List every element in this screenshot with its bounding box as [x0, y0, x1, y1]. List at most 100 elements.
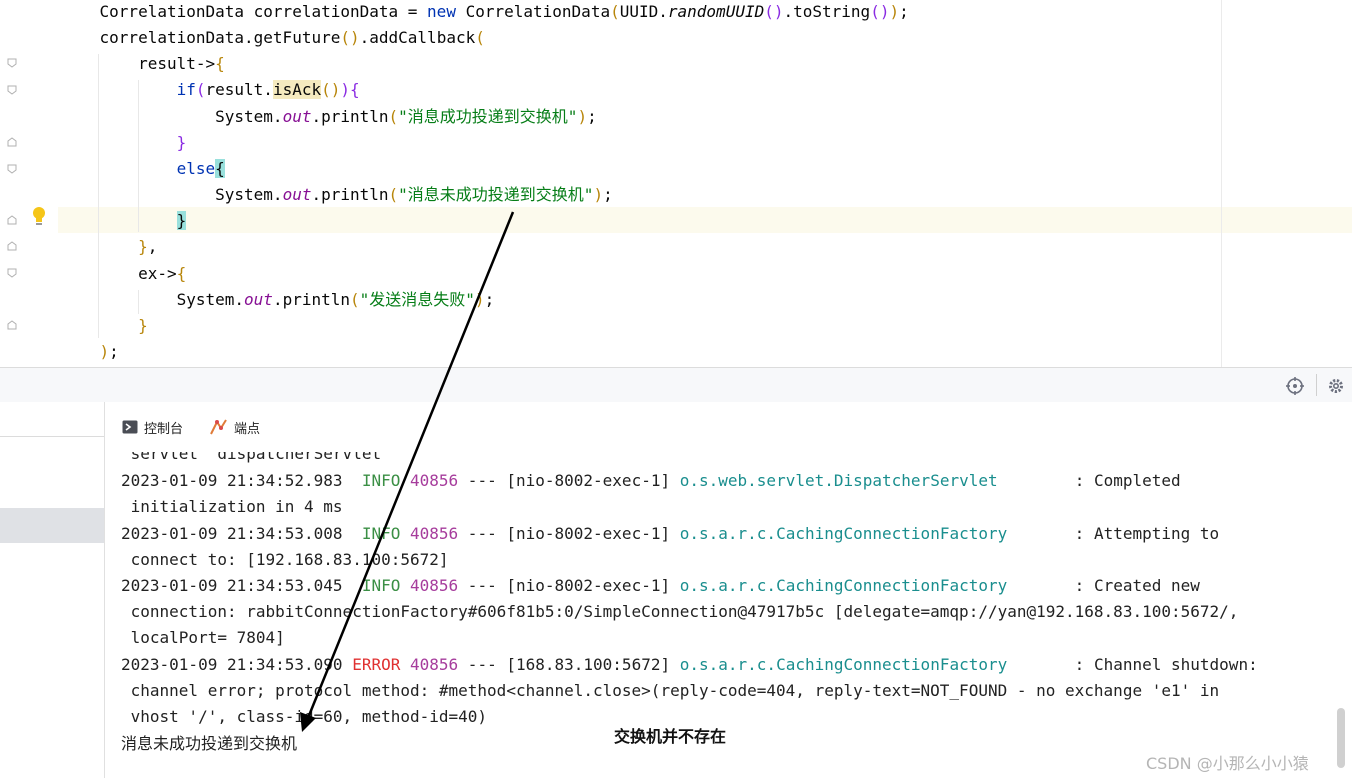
- console-token: channel error; protocol method: #method<…: [121, 681, 1220, 700]
- code-token: (: [388, 107, 399, 126]
- code-line[interactable]: }: [61, 133, 187, 153]
- code-line[interactable]: System.out.println("消息未成功投递到交换机");: [61, 185, 613, 205]
- code-token: ex->: [138, 264, 177, 283]
- console-token: 40856: [410, 524, 459, 543]
- logger-link[interactable]: o.s.a.r.c.CachingConnectionFactory: [680, 576, 1008, 595]
- console-token: servlet 'dispatcherServlet': [121, 452, 391, 463]
- console-token: 40856: [410, 655, 459, 674]
- code-token: ;: [484, 290, 495, 309]
- code-token: }: [176, 133, 187, 152]
- code-line[interactable]: if(result.isAck()){: [61, 80, 360, 100]
- fold-marker-icon[interactable]: [6, 214, 18, 226]
- console-line: 消息未成功投递到交换机: [121, 734, 297, 754]
- console-line: localPort= 7804]: [121, 628, 285, 648]
- code-token: (: [610, 2, 620, 21]
- left-panel-selected-row[interactable]: [0, 508, 104, 543]
- fold-marker-icon[interactable]: [6, 240, 18, 252]
- code-token: (): [321, 80, 341, 99]
- code-line[interactable]: else{: [61, 159, 225, 179]
- code-line[interactable]: System.out.println("消息成功投递到交换机");: [61, 107, 597, 127]
- gear-icon[interactable]: [1326, 376, 1346, 396]
- tab-console[interactable]: 控制台: [144, 418, 183, 437]
- logger-link[interactable]: o.s.a.r.c.CachingConnectionFactory: [680, 655, 1008, 674]
- console-token: initialization in 4 ms: [121, 497, 343, 516]
- console-line: connection: rabbitConnectionFactory#606f…: [121, 602, 1239, 622]
- tool-window-header: [0, 367, 1352, 403]
- fold-marker-icon[interactable]: [6, 163, 18, 175]
- code-token: CorrelationData: [455, 2, 611, 21]
- left-panel[interactable]: [0, 402, 105, 778]
- code-line[interactable]: ex->{: [61, 264, 186, 284]
- code-token: {: [215, 54, 225, 73]
- code-token: new: [427, 2, 456, 21]
- fold-marker-icon[interactable]: [6, 267, 18, 279]
- console-token: ERROR: [352, 655, 401, 674]
- tab-breakpoints[interactable]: 端点: [234, 418, 260, 437]
- code-line[interactable]: },: [61, 237, 157, 257]
- current-line-highlight: [58, 207, 1352, 233]
- console-token: 40856: [410, 576, 459, 595]
- code-token: out: [282, 185, 312, 204]
- code-token: out: [282, 107, 312, 126]
- code-token: .addCallback: [359, 28, 476, 47]
- code-token: }: [138, 316, 148, 335]
- code-token: System.: [176, 290, 245, 309]
- code-token: CorrelationData correlationData =: [99, 2, 428, 21]
- console-token: --- [nio-8002-exec-1]: [458, 576, 680, 595]
- code-token: (): [340, 28, 360, 47]
- code-line[interactable]: );: [61, 342, 119, 362]
- right-margin-guide: [1221, 0, 1222, 367]
- crosshair-icon[interactable]: [1285, 376, 1305, 396]
- console-line: initialization in 4 ms: [121, 497, 343, 517]
- toolbar-divider: [1316, 374, 1317, 396]
- console-token: INFO: [361, 471, 401, 490]
- code-line[interactable]: correlationData.getFuture().addCallback(: [61, 28, 485, 48]
- fold-marker-icon[interactable]: [6, 136, 18, 148]
- code-token: ,: [147, 237, 158, 256]
- code-token: "消息成功投递到交换机": [398, 107, 578, 126]
- code-token: {: [176, 264, 187, 283]
- console-token: connection: rabbitConnectionFactory#606f…: [121, 602, 1239, 621]
- logger-link[interactable]: o.s.web.servlet.DispatcherServlet: [680, 471, 998, 490]
- code-editor[interactable]: CorrelationData correlationData = new Co…: [0, 0, 1352, 367]
- editor-gutter[interactable]: [0, 0, 58, 367]
- fold-marker-icon[interactable]: [6, 57, 18, 69]
- code-token: (: [475, 28, 485, 47]
- code-token: ;: [587, 107, 597, 126]
- console-token: : Completed: [997, 471, 1181, 490]
- left-panel-divider: [0, 436, 104, 437]
- console-token: connect to: [192.168.83.100:5672]: [121, 550, 449, 569]
- logger-link[interactable]: o.s.a.r.c.CachingConnectionFactory: [680, 524, 1008, 543]
- console-line: connect to: [192.168.83.100:5672]: [121, 550, 449, 570]
- console-token: 消息未成功投递到交换机: [121, 734, 298, 753]
- code-line[interactable]: System.out.println("发送消息失败");: [61, 290, 495, 310]
- code-token: .toString: [783, 2, 871, 21]
- code-line[interactable]: result->{: [61, 54, 225, 74]
- console-output[interactable]: servlet 'dispatcherServlet' 2023-01-09 21…: [105, 452, 1352, 778]
- fold-marker-icon[interactable]: [6, 319, 18, 331]
- code-token: .println: [311, 185, 389, 204]
- code-line[interactable]: CorrelationData correlationData = new Co…: [61, 2, 909, 22]
- console-scrollbar[interactable]: [1337, 708, 1345, 768]
- console-line: servlet 'dispatcherServlet': [121, 452, 391, 464]
- fold-marker-icon[interactable]: [6, 84, 18, 96]
- code-line[interactable]: }: [61, 211, 187, 231]
- code-line[interactable]: }: [61, 316, 148, 336]
- console-token: --- [nio-8002-exec-1]: [458, 524, 680, 543]
- lightbulb-icon[interactable]: [30, 205, 48, 227]
- console-token: 2023-01-09 21:34:53.090: [121, 655, 353, 674]
- code-token: (: [350, 290, 360, 309]
- code-token: System.: [215, 107, 283, 126]
- code-token: ): [340, 80, 351, 99]
- console-token: [400, 471, 410, 490]
- console-token: [400, 524, 410, 543]
